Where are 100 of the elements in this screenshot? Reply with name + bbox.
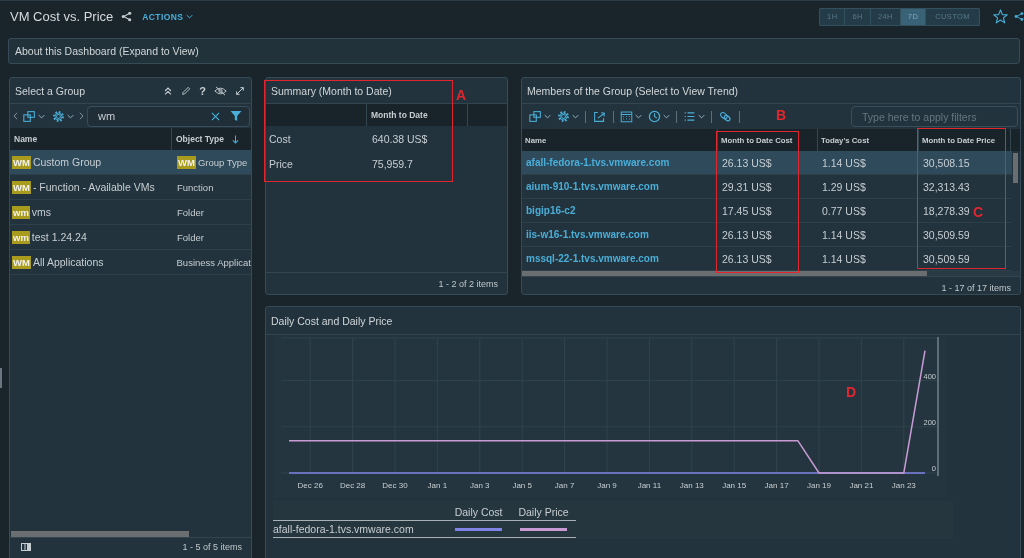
- export-icon[interactable]: [593, 110, 606, 123]
- legend-entity: afall-fedora-1.tvs.vmware.com: [273, 523, 415, 535]
- settings-menu-button[interactable]: [555, 110, 581, 123]
- pagination-text: 1 - 17 of 17 items: [941, 282, 1011, 293]
- object-type: Folder: [177, 206, 204, 218]
- share-icon[interactable]: [121, 11, 133, 22]
- table-cell-text: 0.77 US$: [821, 204, 867, 217]
- overlapping-squares-icon: [23, 109, 36, 123]
- caret-down-icon: [544, 114, 551, 119]
- help-button[interactable]: ?: [199, 84, 206, 97]
- group-name: Custom Group: [32, 156, 102, 168]
- group-name: test 1.24.24: [31, 231, 87, 243]
- pagination-text: 1 - 2 of 2 items: [438, 278, 498, 289]
- x-axis-label: Jan 21: [849, 481, 874, 490]
- x-axis-label: Dec 30: [382, 481, 408, 490]
- column-header[interactable]: Month to Date: [371, 110, 428, 120]
- chain-link-icon[interactable]: [719, 110, 732, 123]
- vertical-scrollbar[interactable]: [1013, 153, 1018, 183]
- settings-menu-button[interactable]: [50, 109, 76, 123]
- search-match-highlight: wm: [12, 230, 30, 244]
- about-bar[interactable]: About this Dashboard (Expand to View): [8, 38, 1020, 64]
- group-row[interactable]: WM - Function - Available VMs Function: [10, 175, 251, 200]
- caret-down-icon: [38, 113, 45, 119]
- vm-name-link[interactable]: afall-fedora-1.tvs.vmware.com: [522, 157, 718, 168]
- object-type: Group Type: [197, 156, 248, 168]
- x-axis-label: Jan 7: [554, 481, 575, 490]
- filter-input[interactable]: Type here to apply filters: [851, 106, 1018, 127]
- search-field[interactable]: wm: [87, 105, 250, 127]
- sort-arrow-icon[interactable]: [232, 134, 240, 144]
- close-icon[interactable]: [211, 111, 220, 121]
- member-row[interactable]: afall-fedora-1.tvs.vmware.com 26.13 US$ 1.14 US$ 30,508.15: [522, 151, 1012, 175]
- table-cell-text: 26.13 US$: [721, 252, 773, 265]
- column-header[interactable]: Name: [14, 134, 38, 144]
- search-match-highlight: WM: [12, 255, 31, 269]
- table-cell-text: 29.31 US$: [721, 180, 773, 193]
- eye-slash-icon[interactable]: [214, 85, 227, 96]
- table-cell-text: 30,509.59: [922, 228, 970, 241]
- columns-icon[interactable]: [21, 543, 31, 551]
- x-axis-label: Jan 5: [512, 481, 532, 490]
- group-row[interactable]: wm vms Folder: [10, 200, 251, 225]
- panel-title: Members of the Group (Select to View Trend): [527, 84, 739, 97]
- table-cell-text: 30,509.59: [922, 252, 970, 265]
- table-cell-text: 1.14 US$: [821, 252, 867, 265]
- share-icon[interactable]: [1014, 11, 1024, 22]
- vm-name-link[interactable]: iis-w16-1.tvs.vmware.com: [522, 229, 718, 240]
- table-cell-text: 26.13 US$: [721, 228, 773, 241]
- annotation-label: D: [846, 385, 857, 399]
- calendar-icon: [620, 110, 633, 123]
- group-name: - Function - Available VMs: [32, 181, 155, 193]
- time-menu-button[interactable]: [646, 110, 672, 123]
- table-cell-text: Cost: [268, 132, 292, 145]
- table-cell-text: 1.14 US$: [821, 156, 867, 169]
- group-row[interactable]: WM Custom Group WM Group Type: [10, 150, 251, 175]
- caret-down-icon: [635, 114, 642, 119]
- x-axis-label: Jan 15: [722, 481, 747, 490]
- horizontal-scrollbar[interactable]: [11, 531, 189, 537]
- x-axis-label: Jan 23: [891, 481, 916, 490]
- annotation-label: A: [456, 88, 467, 102]
- view-menu-button[interactable]: [527, 110, 553, 123]
- filter-icon[interactable]: [230, 110, 242, 122]
- double-chevron-up-icon[interactable]: [163, 85, 174, 96]
- vm-name-link[interactable]: bigip16-c2: [522, 205, 718, 216]
- table-cell-text: 26.13 US$: [721, 156, 773, 169]
- about-title: About this Dashboard (Expand to View): [15, 45, 199, 57]
- group-row[interactable]: wm test 1.24.24 Folder: [10, 225, 251, 250]
- sidebar-handle[interactable]: [0, 368, 2, 388]
- x-axis-label: Jan 3: [470, 481, 490, 490]
- x-axis-label: Jan 9: [597, 481, 617, 490]
- table-cell-text: 1.29 US$: [821, 180, 867, 193]
- view-menu-button[interactable]: [21, 109, 47, 123]
- column-header[interactable]: Object Type: [176, 134, 225, 144]
- actions-menu-button[interactable]: ACTIONS: [142, 11, 194, 22]
- panel-title: Daily Cost and Daily Price: [271, 314, 393, 327]
- table-cell-text: 30,508.15: [922, 156, 970, 169]
- chevron-left-icon[interactable]: [13, 112, 18, 120]
- pencil-icon[interactable]: [181, 85, 192, 96]
- chevron-right-icon[interactable]: [79, 112, 84, 120]
- caret-down-icon: [572, 114, 579, 119]
- x-axis-label: Jan 19: [807, 481, 831, 490]
- vm-name-link[interactable]: mssql-22-1.tvs.vmware.com: [522, 253, 718, 264]
- panel-title: Summary (Month to Date): [271, 84, 392, 97]
- group-row[interactable]: WM All Applications Business Applicat: [10, 250, 251, 275]
- member-row[interactable]: aium-910-1.tvs.vmware.com 29.31 US$ 1.29 US$ 32,313.43: [522, 175, 1012, 199]
- table-cell-text: Price: [268, 157, 294, 170]
- vm-name-link[interactable]: aium-910-1.tvs.vmware.com: [522, 181, 718, 192]
- member-row[interactable]: iis-w16-1.tvs.vmware.com 26.13 US$ 1.14 US$ 30,509.59: [522, 223, 1012, 247]
- calendar-menu-button[interactable]: [618, 110, 644, 123]
- settings-icon: [557, 110, 570, 123]
- list-icon: [683, 110, 696, 123]
- table-cell-text: 17.45 US$: [721, 204, 773, 217]
- caret-down-icon: [186, 14, 194, 19]
- horizontal-scrollbar[interactable]: [522, 271, 927, 276]
- expand-icon[interactable]: [235, 85, 245, 96]
- caret-down-icon: [67, 113, 74, 119]
- search-match-highlight: WM: [12, 180, 31, 194]
- overlapping-squares-icon: [529, 110, 542, 123]
- object-type: Function: [177, 181, 214, 193]
- legend-header: Daily Price: [517, 506, 570, 518]
- star-icon[interactable]: [993, 9, 1008, 24]
- table-cell-text: 75,959.7: [371, 157, 413, 170]
